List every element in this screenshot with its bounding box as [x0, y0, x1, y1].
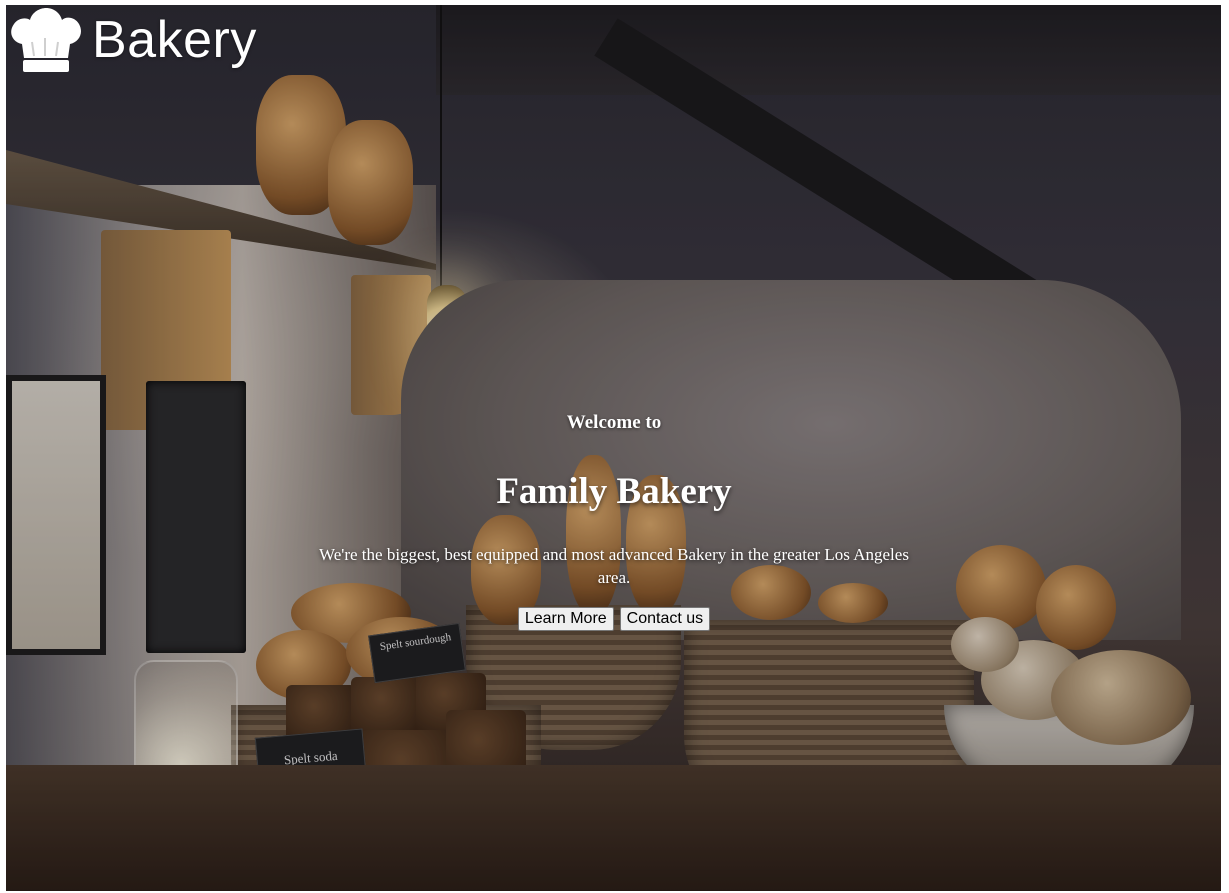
chef-hat-icon	[11, 8, 81, 72]
hero-section: Welcome to Family Bakery We're the bigge…	[300, 410, 928, 631]
contact-us-button[interactable]: Contact us	[619, 607, 711, 631]
hero-description: We're the biggest, best equipped and mos…	[319, 545, 909, 587]
hero-buttons: Learn More Contact us	[300, 607, 928, 631]
hero-title: Family Bakery	[496, 471, 732, 512]
brand-name: Bakery	[92, 11, 257, 69]
brand-logo[interactable]: Bakery	[8, 8, 257, 72]
hero-eyebrow: Welcome to	[566, 412, 662, 433]
learn-more-button[interactable]: Learn More	[517, 607, 614, 631]
